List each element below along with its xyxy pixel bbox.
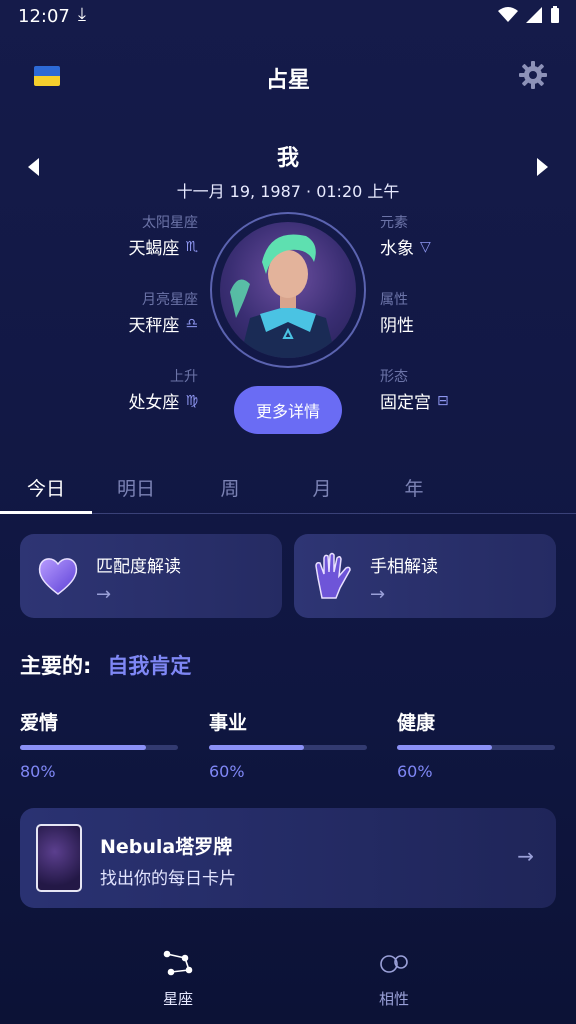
wifi-icon [498,7,518,22]
moon-sign-label: 月亮星座 [142,292,198,308]
page-title: 占星 [265,68,310,93]
polarity-label: 属性 [380,292,408,308]
sun-sign-label: 太阳星座 [142,215,198,231]
tarot-card[interactable]: Nebula塔罗牌 找出你的每日卡片 → [20,808,556,908]
ascendant-label: 上升 [170,369,198,385]
libra-icon: ♎ [185,315,198,332]
love-progress-fill [20,745,147,750]
love-progress-bar [20,745,178,750]
profile-name: 我 [276,146,299,171]
profile-header: 我 十一月 19, 1987 · 01:20 上午 [0,140,576,202]
heart-icon [38,558,78,595]
active-tab-indicator [0,511,92,514]
modality-value: 固定宫 [380,393,431,413]
profile-birth-date: 十一月 19, 1987 · 01:20 上午 [176,182,400,201]
career-metric-percent: 60% [209,762,245,781]
more-details-button[interactable]: 更多详情 [234,386,342,434]
modality-info: 形态 固定宫 ⊟ [380,366,449,413]
main-theme-label: 主要的: [20,654,92,678]
moon-sign: 月亮星座 天秤座 ♎ [128,289,198,336]
health-metric-name: 健康 [397,712,436,734]
arrow-right-icon: → [96,584,112,605]
career-metric-name: 事业 [209,712,248,734]
avatar [210,212,366,368]
palm-reading-title: 手相解读 [370,557,438,577]
main-theme: 主要的: 自我肯定 [20,650,191,680]
sun-sign-value: 天蝎座 [128,239,180,259]
avatar-illustration [230,234,336,358]
tab-today[interactable]: 今日 [10,474,82,501]
element-info: 元素 水象 ▽ [380,212,431,259]
compatibility-reading-card[interactable]: 匹配度解读 → [20,534,282,618]
element-value: 水象 [380,239,414,259]
love-metric-name: 爱情 [20,712,59,734]
tarot-deck-icon [36,824,82,892]
love-metric-percent: 80% [20,762,56,781]
tab-month[interactable]: 月 [286,474,358,501]
polarity-info: 属性 阴性 [380,289,414,336]
health-metric-percent: 60% [397,762,433,781]
nav-compatibility[interactable]: 相性 [344,948,444,1009]
tab-year[interactable]: 年 [378,474,450,501]
signal-icon [526,7,542,23]
polarity-value: 阴性 [380,316,414,336]
battery-icon [551,6,559,23]
tarot-subtitle: 找出你的每日卡片 [100,869,236,889]
status-icons [498,6,560,24]
element-label: 元素 [380,215,408,231]
career-progress-bar [209,745,367,750]
tarot-title: Nebula塔罗牌 [100,836,233,858]
arrow-right-icon: → [370,584,386,605]
nav-horoscope[interactable]: 星座 [128,948,228,1009]
tab-tomorrow[interactable]: 明日 [100,474,172,501]
palm-icon [315,552,351,599]
tab-week[interactable]: 周 [194,474,266,501]
planets-icon [380,955,408,973]
bottom-nav: 星座 相性 [0,938,576,1024]
love-metric: 爱情 80% [20,708,178,781]
modality-label: 形态 [380,369,408,385]
compatibility-reading-title: 匹配度解读 [96,557,181,577]
status-bar: 12:07 ⤓ [0,0,576,34]
download-icon: ⤓ [78,4,86,25]
ascendant-sign: 上升 处女座 ♍ [128,366,198,413]
health-metric: 健康 60% [397,708,555,781]
nav-compatibility-label: 相性 [378,990,409,1008]
status-time: 12:07 [18,6,70,27]
constellation-icon [163,950,193,976]
top-bar: 占星 [0,54,576,102]
gear-icon[interactable] [518,60,548,90]
water-triangle-icon: ▽ [420,238,431,255]
ascendant-value: 处女座 [128,393,180,413]
sun-sign: 太阳星座 天蝎座 ♏ [128,212,198,259]
moon-sign-value: 天秤座 [128,316,180,336]
virgo-icon: ♍ [185,392,198,409]
main-theme-value: 自我肯定 [107,654,192,678]
palm-reading-card[interactable]: 手相解读 → [294,534,556,618]
health-progress-bar [397,745,555,750]
career-progress-fill [209,745,304,750]
health-progress-fill [397,745,492,750]
nav-horoscope-label: 星座 [162,990,193,1008]
scorpio-icon: ♏ [185,238,198,255]
arrow-right-icon: → [517,844,534,868]
career-metric: 事业 60% [209,708,367,781]
period-tabs: 今日 明日 周 月 年 [0,468,576,514]
fixed-modality-icon: ⊟ [437,392,449,409]
